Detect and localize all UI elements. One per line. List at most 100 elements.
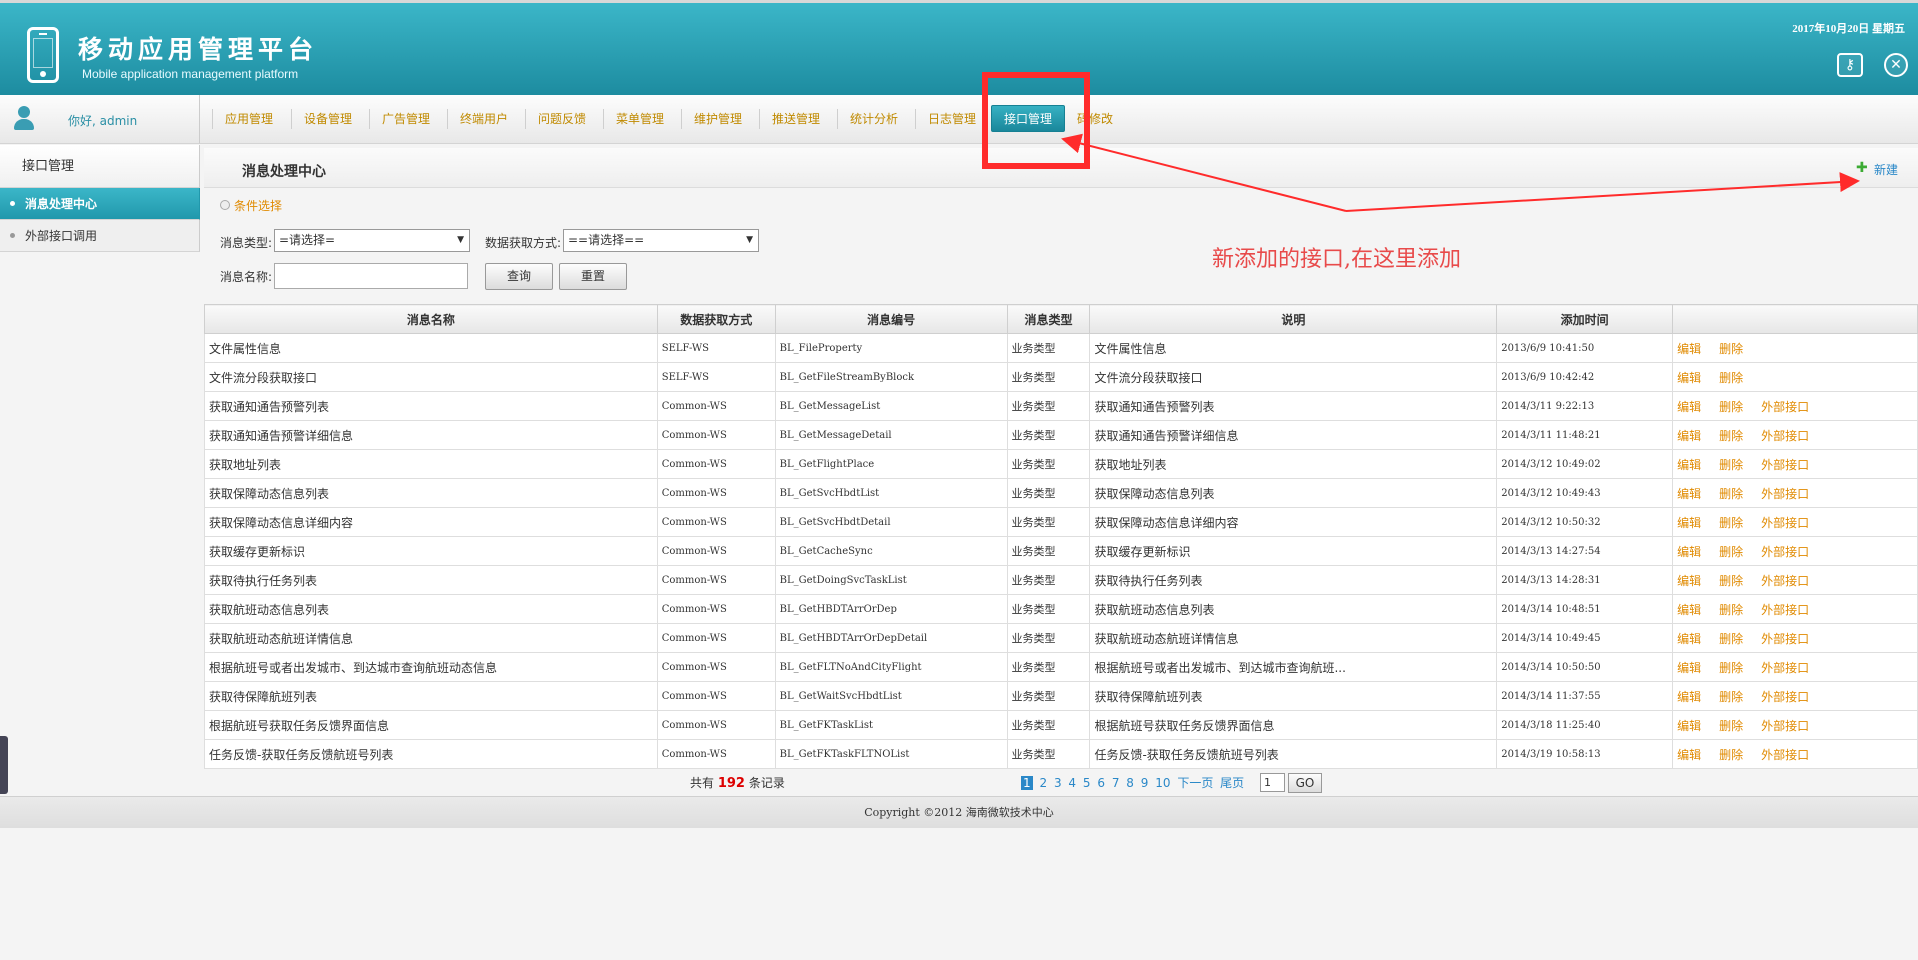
message-type-select[interactable]: =请选择= ▼ <box>274 229 470 252</box>
edit-link[interactable]: 编辑 <box>1677 690 1701 704</box>
edit-link[interactable]: 编辑 <box>1677 400 1701 414</box>
external-interface-link[interactable]: 外部接口 <box>1761 661 1809 675</box>
annotation-highlight-box <box>982 72 1090 169</box>
query-button[interactable]: 查询 <box>485 263 553 290</box>
edit-link[interactable]: 编辑 <box>1677 661 1701 675</box>
col-header-time[interactable]: 添加时间 <box>1496 304 1674 334</box>
external-interface-link[interactable]: 外部接口 <box>1761 545 1809 559</box>
page-link[interactable]: 5 <box>1083 776 1091 790</box>
page-link-current[interactable]: 1 <box>1021 776 1033 790</box>
edit-link[interactable]: 编辑 <box>1677 429 1701 443</box>
close-icon[interactable]: ✕ <box>1884 53 1908 77</box>
condition-toggle[interactable]: 条件选择 <box>220 197 282 214</box>
nav-item-ad[interactable]: 广告管理 <box>369 109 442 129</box>
edit-link[interactable]: 编辑 <box>1677 574 1701 588</box>
side-tab-handle[interactable] <box>0 736 8 794</box>
edit-link[interactable]: 编辑 <box>1677 516 1701 530</box>
nav-item-feedback[interactable]: 问题反馈 <box>525 109 598 129</box>
cell-time: 2014/3/14 11:37:55 <box>1496 681 1674 711</box>
delete-link[interactable]: 删除 <box>1719 342 1743 356</box>
delete-link[interactable]: 删除 <box>1719 429 1743 443</box>
external-interface-link[interactable]: 外部接口 <box>1761 429 1809 443</box>
edit-link[interactable]: 编辑 <box>1677 545 1701 559</box>
col-header-code[interactable]: 消息编号 <box>774 304 1008 334</box>
col-header-name[interactable]: 消息名称 <box>204 304 658 334</box>
page-link[interactable]: 6 <box>1097 776 1105 790</box>
data-method-value: ==请选择== <box>568 233 645 247</box>
external-interface-link[interactable]: 外部接口 <box>1761 748 1809 762</box>
message-type-label: 消息类型: <box>220 236 273 250</box>
external-interface-link[interactable]: 外部接口 <box>1761 603 1809 617</box>
external-interface-link[interactable]: 外部接口 <box>1761 690 1809 704</box>
page-link[interactable]: 10 <box>1155 776 1170 790</box>
delete-link[interactable]: 删除 <box>1719 748 1743 762</box>
delete-link[interactable]: 删除 <box>1719 719 1743 733</box>
external-interface-link[interactable]: 外部接口 <box>1761 516 1809 530</box>
data-method-select[interactable]: ==请选择== ▼ <box>563 229 759 252</box>
record-count-value: 192 <box>717 776 745 791</box>
delete-link[interactable]: 删除 <box>1719 516 1743 530</box>
cell-method: Common-WS <box>656 478 776 508</box>
delete-link[interactable]: 删除 <box>1719 661 1743 675</box>
edit-link[interactable]: 编辑 <box>1677 342 1701 356</box>
external-interface-link[interactable]: 外部接口 <box>1761 632 1809 646</box>
page-link[interactable]: 8 <box>1126 776 1134 790</box>
sidebar-item-external-call[interactable]: 外部接口调用 <box>0 220 200 252</box>
edit-link[interactable]: 编辑 <box>1677 458 1701 472</box>
table-header-row: 消息名称 数据获取方式 消息编号 消息类型 说明 添加时间 <box>204 304 1918 334</box>
page-link[interactable]: 3 <box>1054 776 1062 790</box>
cell-desc: 获取航班动态信息列表 <box>1089 594 1498 624</box>
cell-type: 业务类型 <box>1006 449 1091 479</box>
sidebar-item-message-center[interactable]: 消息处理中心 <box>0 188 200 220</box>
external-interface-link[interactable]: 外部接口 <box>1761 719 1809 733</box>
delete-link[interactable]: 删除 <box>1719 371 1743 385</box>
cell-method: Common-WS <box>656 536 776 566</box>
edit-link[interactable]: 编辑 <box>1677 487 1701 501</box>
external-interface-link[interactable]: 外部接口 <box>1761 458 1809 472</box>
col-header-method[interactable]: 数据获取方式 <box>656 304 776 334</box>
nav-item-log[interactable]: 日志管理 <box>915 109 988 129</box>
cell-type: 业务类型 <box>1006 594 1091 624</box>
delete-link[interactable]: 删除 <box>1719 545 1743 559</box>
col-header-type[interactable]: 消息类型 <box>1006 304 1091 334</box>
delete-link[interactable]: 删除 <box>1719 690 1743 704</box>
next-page-link[interactable]: 下一页 <box>1177 776 1213 790</box>
nav-item-terminal-user[interactable]: 终端用户 <box>447 109 520 129</box>
delete-link[interactable]: 删除 <box>1719 632 1743 646</box>
page-link[interactable]: 9 <box>1141 776 1149 790</box>
delete-link[interactable]: 删除 <box>1719 487 1743 501</box>
page-link[interactable]: 2 <box>1039 776 1047 790</box>
external-interface-link[interactable]: 外部接口 <box>1761 400 1809 414</box>
nav-item-app[interactable]: 应用管理 <box>212 109 285 129</box>
key-icon[interactable]: ⚷ <box>1837 53 1863 77</box>
external-interface-link[interactable]: 外部接口 <box>1761 574 1809 588</box>
nav-item-stats[interactable]: 统计分析 <box>837 109 910 129</box>
edit-link[interactable]: 编辑 <box>1677 719 1701 733</box>
page-number-input[interactable]: 1 <box>1260 773 1285 792</box>
reset-button[interactable]: 重置 <box>559 263 627 290</box>
edit-link[interactable]: 编辑 <box>1677 748 1701 762</box>
message-name-input[interactable] <box>274 263 468 289</box>
delete-link[interactable]: 删除 <box>1719 603 1743 617</box>
nav-item-push[interactable]: 推送管理 <box>759 109 832 129</box>
page-link[interactable]: 7 <box>1112 776 1120 790</box>
col-header-desc[interactable]: 说明 <box>1089 304 1498 334</box>
delete-link[interactable]: 删除 <box>1719 574 1743 588</box>
last-page-link[interactable]: 尾页 <box>1220 776 1244 790</box>
cell-method: SELF-WS <box>656 362 776 392</box>
page-link[interactable]: 4 <box>1068 776 1076 790</box>
edit-link[interactable]: 编辑 <box>1677 632 1701 646</box>
cell-code: BL_GetHBDTArrOrDep <box>774 594 1008 624</box>
edit-link[interactable]: 编辑 <box>1677 371 1701 385</box>
nav-item-maintenance[interactable]: 维护管理 <box>681 109 754 129</box>
delete-link[interactable]: 删除 <box>1719 458 1743 472</box>
nav-item-menu[interactable]: 菜单管理 <box>603 109 676 129</box>
external-interface-link[interactable]: 外部接口 <box>1761 487 1809 501</box>
edit-link[interactable]: 编辑 <box>1677 603 1701 617</box>
cell-code: BL_GetMessageDetail <box>774 420 1008 450</box>
cell-code: BL_GetFileStreamByBlock <box>774 362 1008 392</box>
delete-link[interactable]: 删除 <box>1719 400 1743 414</box>
go-button[interactable]: GO <box>1288 773 1322 793</box>
new-button[interactable]: ✚ 新建 <box>1856 161 1898 178</box>
nav-item-device[interactable]: 设备管理 <box>291 109 364 129</box>
